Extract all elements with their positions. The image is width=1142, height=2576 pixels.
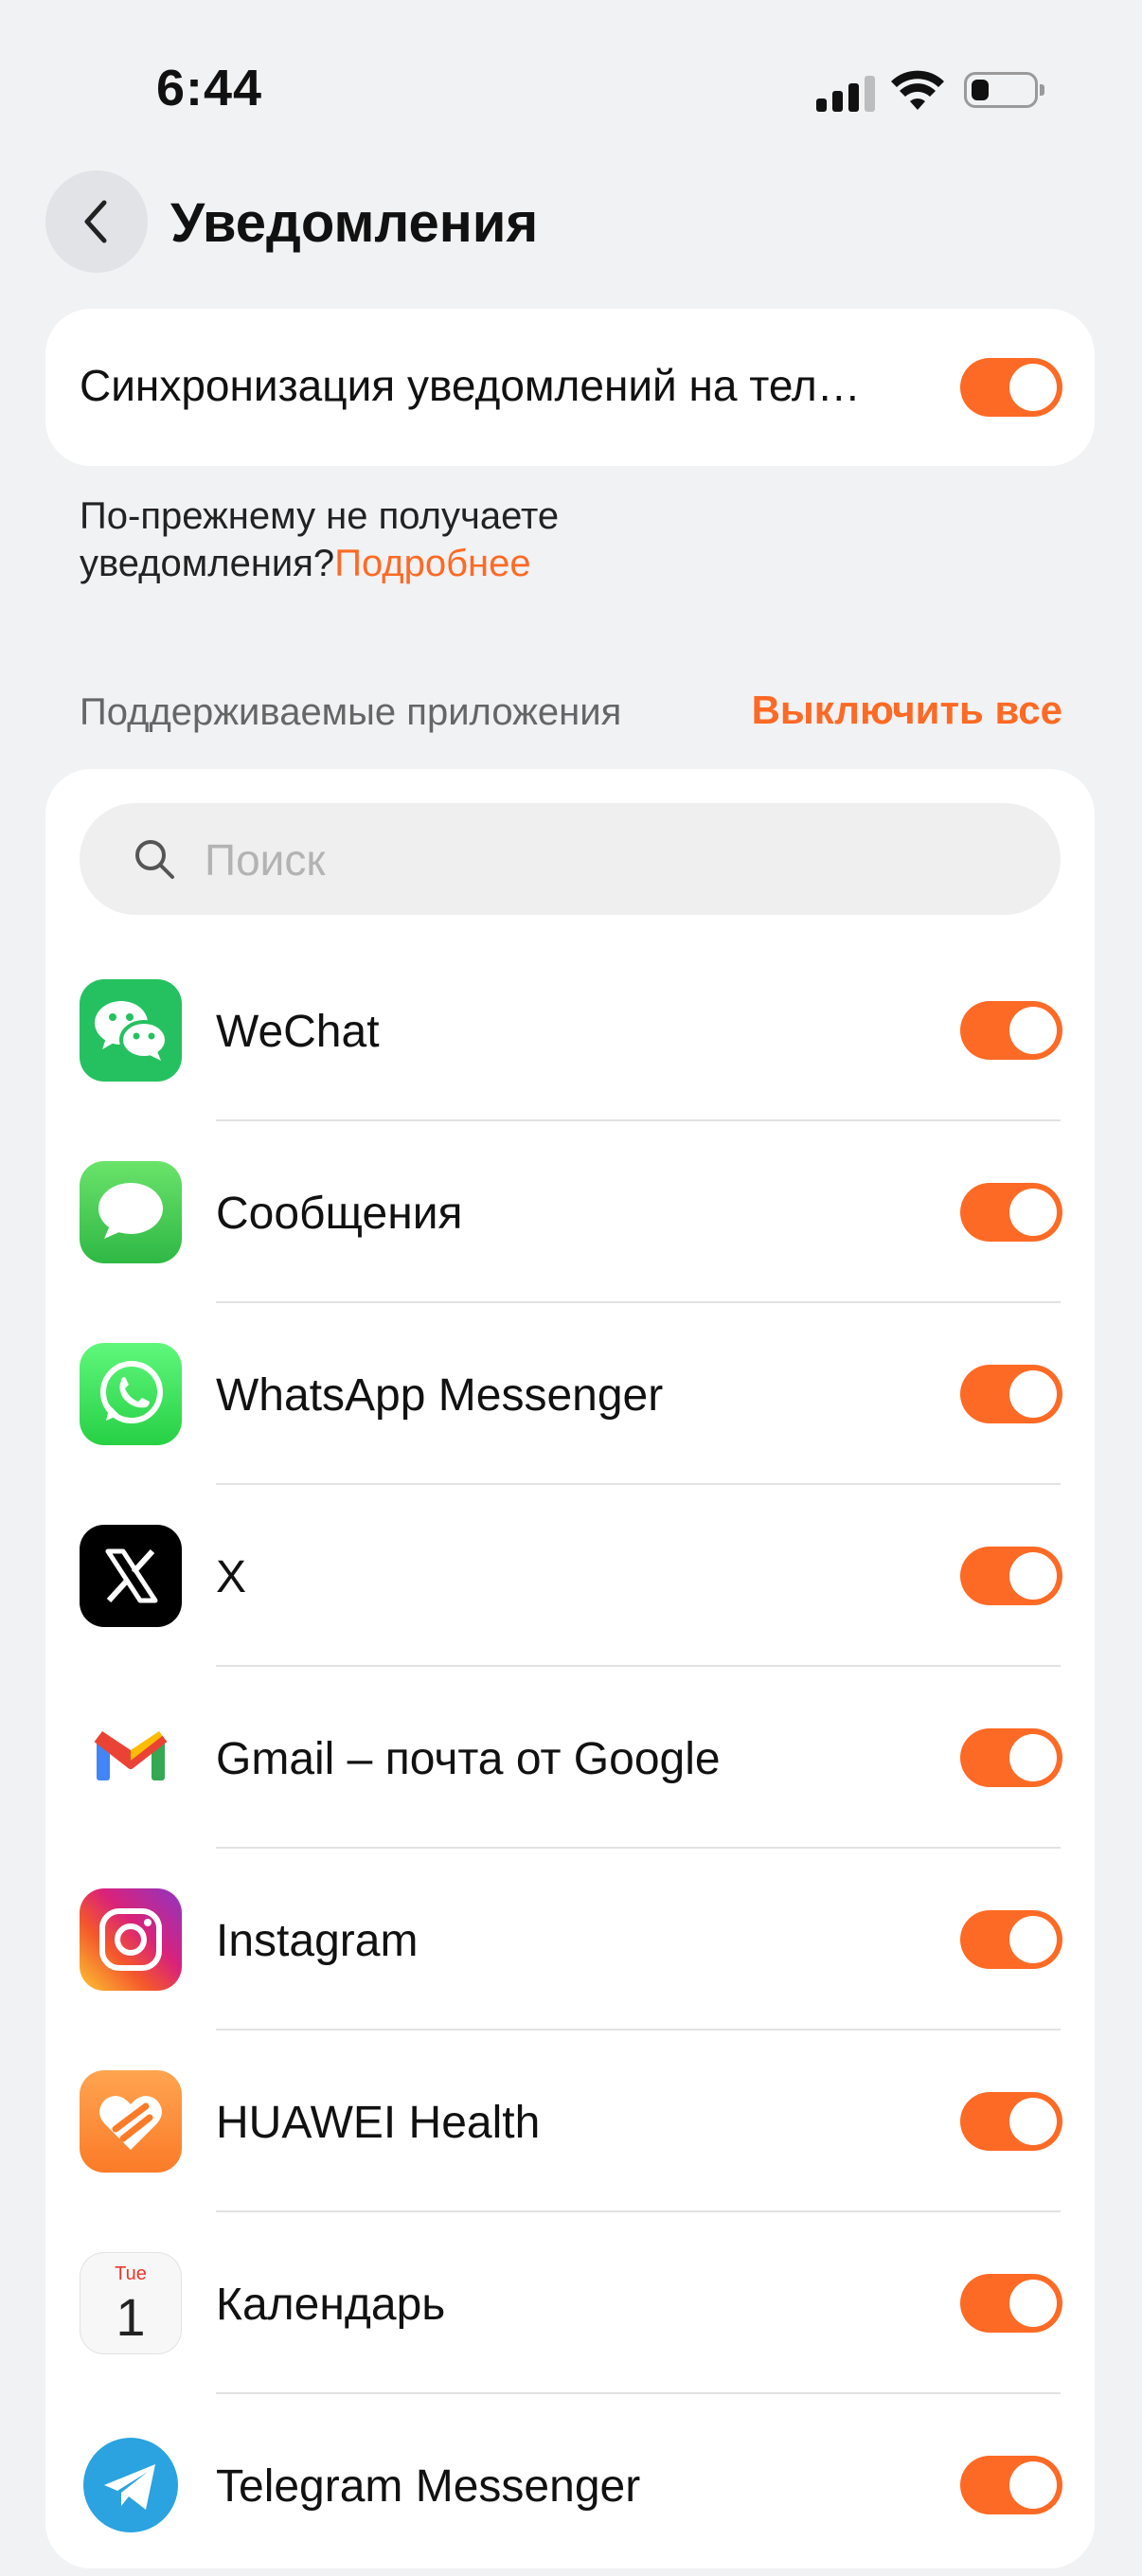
app-name: HUAWEI Health xyxy=(216,2098,541,2148)
header: Уведомления xyxy=(0,170,1142,275)
whatsapp-icon xyxy=(80,1343,182,1445)
list-item-telegram: Telegram Messenger xyxy=(45,2394,1095,2576)
app-name: Gmail – почта от Google xyxy=(216,1734,721,1784)
instagram-icon xyxy=(80,1888,182,1991)
wechat-toggle[interactable] xyxy=(960,1001,1062,1060)
calendar-icon: Tue 1 xyxy=(80,2252,182,2354)
telegram-icon xyxy=(80,2434,182,2536)
whatsapp-toggle[interactable] xyxy=(960,1365,1062,1423)
sync-notifications-label: Синхронизация уведомлений на тел… xyxy=(80,361,861,410)
wechat-icon xyxy=(80,979,182,1082)
page-title: Уведомления xyxy=(170,192,539,254)
status-bar: 6:44 xyxy=(0,0,1142,180)
x-icon xyxy=(80,1525,182,1627)
learn-more-link[interactable]: Подробнее xyxy=(334,543,530,584)
list-item-calendar: Tue 1 Календарь xyxy=(45,2212,1095,2394)
chevron-left-icon xyxy=(84,200,107,243)
search-input[interactable] xyxy=(203,803,1040,917)
app-name: WhatsApp Messenger xyxy=(216,1370,664,1421)
list-item-whatsapp: WhatsApp Messenger xyxy=(45,1303,1095,1485)
huawei-health-toggle[interactable] xyxy=(960,2092,1062,2151)
back-button[interactable] xyxy=(45,170,148,273)
clock: 6:44 xyxy=(156,60,263,116)
cellular-signal-icon xyxy=(816,74,875,112)
sync-notifications-toggle[interactable] xyxy=(960,358,1062,417)
supported-apps-label: Поддерживаемые приложения xyxy=(80,691,622,733)
gmail-toggle[interactable] xyxy=(960,1728,1062,1787)
help-text: По-прежнему не получаете уведомления?Под… xyxy=(80,492,742,587)
search-icon xyxy=(135,840,174,879)
list-item-instagram: Instagram xyxy=(45,1849,1095,2030)
list-item-huawei-health: HUAWEI Health xyxy=(45,2030,1095,2212)
battery-icon xyxy=(964,72,1044,108)
apps-list-card: WeChat Сообщения WhatsApp Messenger xyxy=(45,769,1095,2568)
list-item-gmail: Gmail – почта от Google xyxy=(45,1667,1095,1849)
app-name: Instagram xyxy=(216,1916,419,1966)
sync-notifications-card: Синхронизация уведомлений на тел… xyxy=(45,309,1095,466)
app-name: X xyxy=(216,1552,247,1602)
telegram-toggle[interactable] xyxy=(960,2456,1062,2514)
calendar-day-label: Tue xyxy=(115,2263,147,2284)
disable-all-button[interactable]: Выключить все xyxy=(752,688,1062,733)
messages-icon xyxy=(80,1161,182,1263)
list-item-messages: Сообщения xyxy=(45,1121,1095,1303)
calendar-toggle[interactable] xyxy=(960,2274,1062,2333)
gmail-icon xyxy=(80,1707,182,1809)
app-name: Telegram Messenger xyxy=(216,2461,641,2512)
huawei-health-icon xyxy=(80,2070,182,2173)
app-name: WeChat xyxy=(216,1007,380,1057)
app-name: Календарь xyxy=(216,2280,446,2330)
messages-toggle[interactable] xyxy=(960,1183,1062,1242)
list-item-wechat: WeChat xyxy=(45,939,1095,1121)
calendar-date-label: 1 xyxy=(116,2287,146,2347)
app-name: Сообщения xyxy=(216,1189,463,1239)
instagram-toggle[interactable] xyxy=(960,1910,1062,1969)
wifi-icon xyxy=(891,70,944,110)
search-bar[interactable] xyxy=(80,803,1061,917)
list-item-x: X xyxy=(45,1485,1095,1667)
x-toggle[interactable] xyxy=(960,1547,1062,1605)
